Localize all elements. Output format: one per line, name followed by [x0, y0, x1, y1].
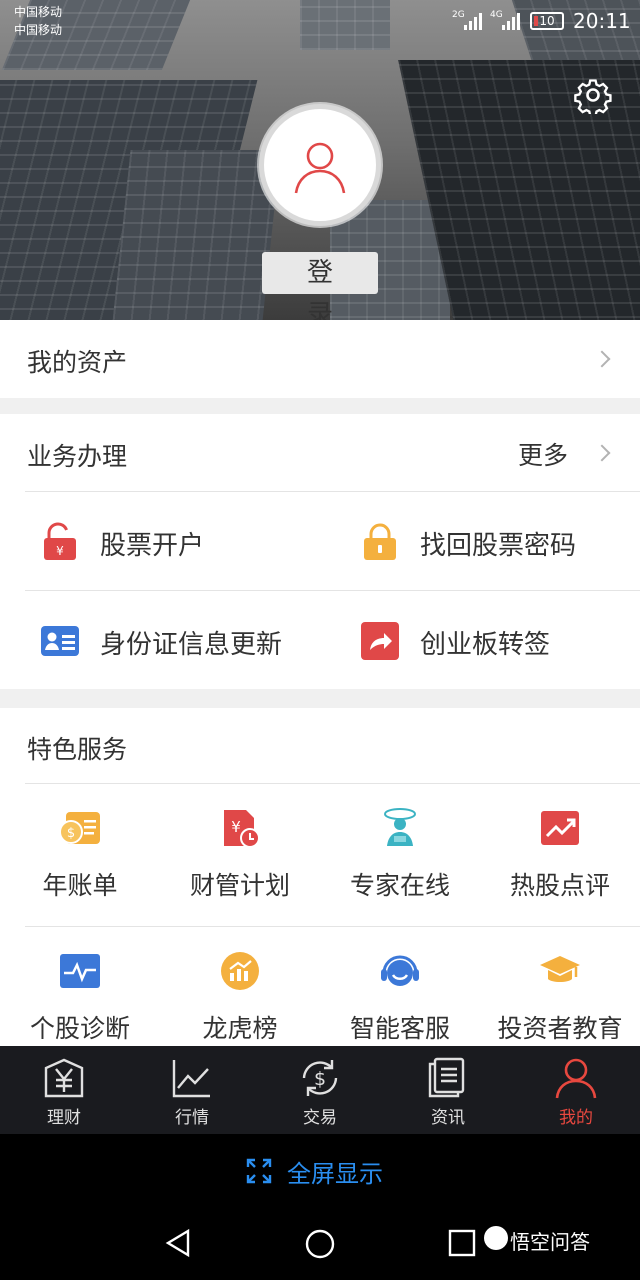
- bill-scroll-icon: $: [59, 812, 100, 844]
- features-section-header: 特色服务: [0, 708, 640, 784]
- clock: 20:11: [573, 9, 631, 33]
- carrier-label: 中国移动: [14, 5, 63, 19]
- business-section-header: 业务办理 更多: [0, 414, 640, 492]
- investor-education-label: 投资者教育: [497, 1014, 623, 1043]
- tab-wealth[interactable]: 理财: [0, 1046, 128, 1134]
- login-button[interactable]: 登 录: [262, 252, 378, 320]
- my-assets-label: 我的资产: [27, 348, 128, 377]
- watermark-logo-icon: [484, 1226, 508, 1250]
- headset-icon: [381, 955, 419, 986]
- svg-text:¥: ¥: [231, 818, 241, 836]
- yuan-icon: [44, 1058, 84, 1098]
- dragon-tiger-list-label: 龙虎榜: [202, 1014, 278, 1043]
- recover-password-label: 找回股票密码: [420, 531, 577, 561]
- tab-mine[interactable]: 我的: [512, 1046, 640, 1134]
- annual-bill-item[interactable]: $ 年账单: [0, 784, 160, 924]
- finance-plan-icon: ¥: [224, 810, 260, 848]
- signal-icon: [462, 12, 484, 30]
- chart-icon: [172, 1060, 210, 1098]
- expert-online-label: 专家在线: [349, 871, 450, 900]
- recents-icon[interactable]: [448, 1229, 476, 1257]
- open-account-item[interactable]: ¥ 股票开户: [40, 492, 360, 590]
- avatar[interactable]: [259, 104, 381, 226]
- stock-diagnosis-label: 个股诊断: [29, 1014, 130, 1043]
- graduation-cap-icon: [540, 956, 580, 982]
- gem-board-transfer-item[interactable]: 创业板转签: [360, 591, 640, 689]
- ranking-icon: [221, 952, 259, 990]
- tab-news[interactable]: 资讯: [384, 1046, 512, 1134]
- tab-label: 资讯: [431, 1108, 465, 1128]
- id-update-label: 身份证信息更新: [100, 630, 283, 660]
- tab-trade[interactable]: $ 交易: [256, 1046, 384, 1134]
- tab-label: 理财: [47, 1108, 81, 1128]
- finance-plan-label: 财管计划: [189, 871, 290, 900]
- bottom-tab-bar: 理财 行情 $ 交易 资讯 我的: [0, 1046, 640, 1134]
- gear-icon[interactable]: [574, 76, 612, 114]
- dollar-exchange-icon: $: [302, 1060, 338, 1096]
- profile-header: 中国移动 中国移动 2G 4G 10 20:11 登 录: [0, 0, 640, 320]
- more-link[interactable]: 更多: [518, 436, 568, 472]
- gem-board-transfer-label: 创业板转签: [420, 630, 551, 660]
- pulse-icon: [60, 954, 100, 988]
- svg-text:$: $: [67, 826, 75, 841]
- back-icon[interactable]: [164, 1228, 192, 1258]
- unlock-yuan-icon: ¥: [44, 522, 76, 560]
- chevron-right-icon[interactable]: [593, 444, 611, 462]
- lock-icon: [364, 523, 396, 560]
- recover-password-item[interactable]: 找回股票密码: [360, 492, 640, 590]
- expert-online-item[interactable]: 专家在线: [320, 784, 480, 924]
- section-divider: [0, 689, 640, 708]
- expert-icon: [384, 808, 416, 846]
- finance-plan-item[interactable]: ¥ 财管计划: [160, 784, 320, 924]
- signal-icon: [500, 12, 522, 30]
- svg-text:$: $: [314, 1068, 326, 1090]
- svg-text:¥: ¥: [56, 544, 64, 558]
- user-icon: [555, 1058, 597, 1099]
- my-assets-row[interactable]: 我的资产: [0, 320, 640, 398]
- status-bar: 中国移动 中国移动 2G 4G 10 20:11: [0, 0, 640, 44]
- watermark-text: 悟空问答: [510, 1230, 590, 1254]
- fullscreen-bar[interactable]: 全屏显示: [0, 1134, 640, 1208]
- system-nav-bar: 悟空问答: [0, 1208, 640, 1280]
- expand-icon: [246, 1158, 272, 1184]
- section-divider: [0, 398, 640, 414]
- features-title: 特色服务: [27, 735, 128, 764]
- hot-stock-item[interactable]: 热股点评: [480, 784, 640, 924]
- tab-label: 交易: [303, 1108, 337, 1128]
- hot-stock-label: 热股点评: [509, 871, 610, 900]
- tab-label: 我的: [559, 1108, 593, 1128]
- carrier-label: 中国移动: [14, 23, 63, 37]
- tab-label: 行情: [175, 1108, 209, 1128]
- id-card-icon: [41, 626, 79, 656]
- tab-market[interactable]: 行情: [128, 1046, 256, 1134]
- document-icon: [428, 1057, 465, 1098]
- fullscreen-label: 全屏显示: [287, 1160, 383, 1188]
- id-update-item[interactable]: 身份证信息更新: [40, 591, 360, 689]
- home-icon[interactable]: [304, 1228, 336, 1260]
- chevron-right-icon: [593, 350, 611, 368]
- user-icon: [294, 142, 346, 194]
- open-account-label: 股票开户: [100, 531, 205, 561]
- share-arrow-icon: [361, 622, 399, 660]
- battery-icon: 10: [530, 12, 564, 30]
- hot-stock-icon: [541, 811, 579, 845]
- annual-bill-label: 年账单: [42, 871, 118, 900]
- building-bg: [109, 150, 281, 320]
- business-title: 业务办理: [27, 442, 128, 471]
- battery-level: 10: [539, 14, 555, 28]
- smart-service-label: 智能客服: [349, 1014, 450, 1043]
